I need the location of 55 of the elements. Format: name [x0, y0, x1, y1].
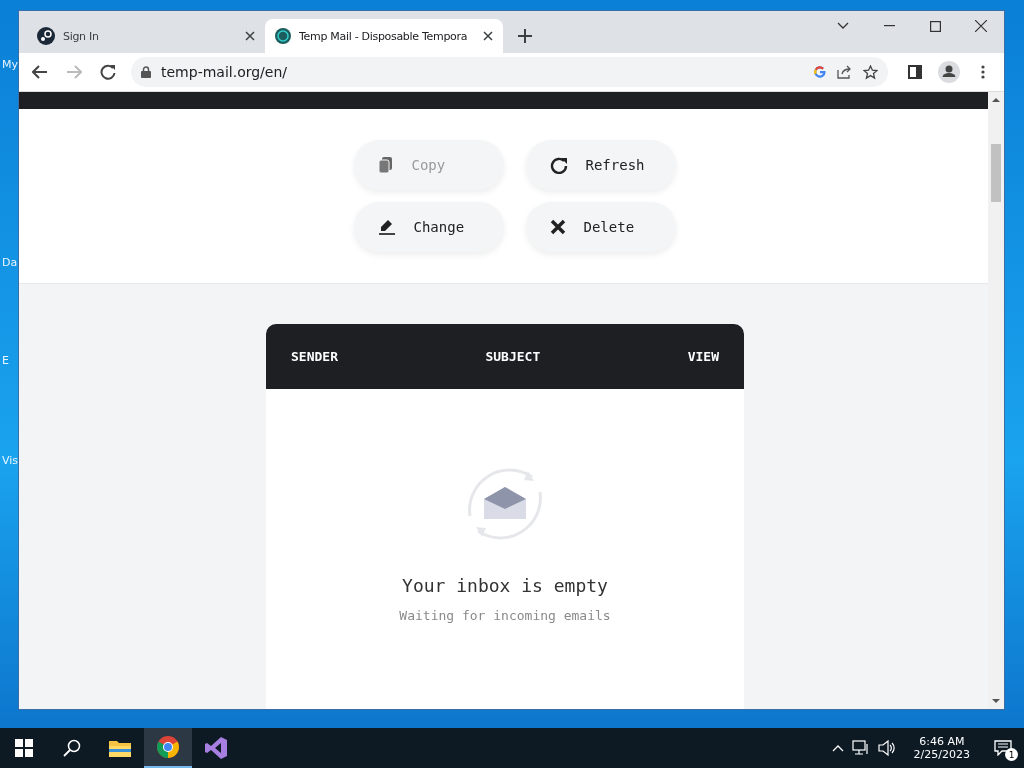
browser-tab[interactable]: Temp Mail - Disposable Tempora [265, 19, 503, 53]
clock-date[interactable]: 2/25/2023 [913, 748, 970, 761]
clock-time[interactable]: 6:46 AM [919, 735, 965, 748]
chrome-icon[interactable] [156, 735, 180, 759]
desktop-icon-label: Da [2, 256, 18, 269]
scroll-up-icon[interactable] [992, 96, 1000, 104]
action-button[interactable]: Delete [525, 202, 676, 252]
search-icon[interactable] [63, 739, 81, 757]
scrollbar-thumb[interactable] [991, 144, 1001, 202]
close-icon[interactable] [483, 31, 493, 41]
desktop-icon-label: Vis [2, 454, 19, 467]
action-button[interactable]: Change [353, 202, 504, 252]
side-panel-icon[interactable] [908, 65, 922, 79]
scroll-down-icon[interactable] [992, 697, 1000, 705]
close-icon[interactable] [975, 20, 987, 32]
desktop-icon-label: My [2, 58, 18, 71]
column-header: SENDER [291, 349, 338, 364]
column-header: SUBJECT [485, 349, 541, 364]
chevron-up-icon[interactable] [831, 744, 844, 752]
delete-icon [549, 219, 566, 235]
new-tab-icon[interactable] [518, 29, 532, 43]
reload-icon[interactable] [100, 64, 116, 80]
google-icon[interactable] [813, 65, 827, 79]
empty-inbox-title: Your inbox is empty [402, 575, 608, 596]
close-icon[interactable] [245, 31, 255, 41]
notification-count: 1 [1005, 748, 1018, 761]
start-icon[interactable] [15, 739, 33, 757]
volume-icon[interactable] [877, 740, 896, 756]
column-header: VIEW [687, 349, 719, 364]
network-icon[interactable] [851, 740, 870, 756]
site-icon [275, 28, 291, 44]
action-button[interactable]: Refresh [525, 140, 676, 190]
desktop-icon-label: E [2, 354, 9, 367]
address-bar[interactable]: temp-mail.org/en/ [131, 57, 888, 87]
star-icon[interactable] [863, 64, 878, 80]
browser-tab[interactable]: Sign In [27, 19, 265, 53]
tab-search-icon[interactable] [837, 22, 849, 30]
lock-icon [141, 66, 151, 78]
copy-icon [377, 156, 394, 174]
back-icon[interactable] [32, 65, 48, 79]
visual-studio-icon[interactable] [204, 736, 228, 760]
notification-icon[interactable] [994, 740, 1012, 756]
pen-icon [377, 218, 396, 236]
menu-icon[interactable] [981, 65, 985, 79]
steam-icon [37, 27, 55, 45]
taskbar-button[interactable] [144, 728, 192, 768]
folder-icon[interactable] [108, 738, 132, 758]
maximize-icon[interactable] [929, 20, 941, 32]
url-text: temp-mail.org/en/ [161, 64, 288, 80]
empty-inbox-subtitle: Waiting for incoming emails [399, 608, 611, 623]
refresh-icon [549, 156, 568, 174]
scrollbar[interactable] [988, 92, 1004, 709]
minimize-icon[interactable] [883, 25, 895, 27]
share-icon[interactable] [837, 65, 853, 79]
profile-icon[interactable] [938, 61, 960, 83]
